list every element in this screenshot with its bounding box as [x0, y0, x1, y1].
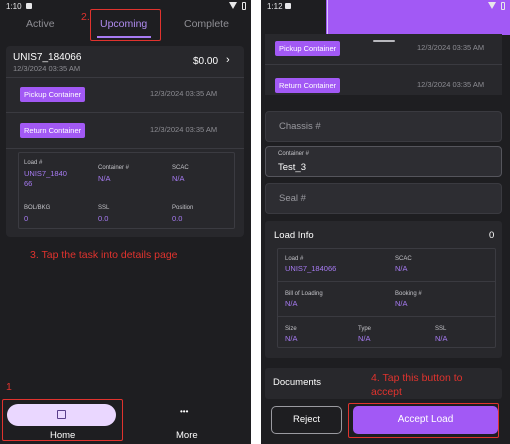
tab-active[interactable]: Active: [26, 18, 55, 30]
seal-placeholder: Seal #: [279, 193, 306, 204]
annotation-step-1: 1: [6, 381, 12, 393]
booking-label: Booking #: [395, 291, 422, 297]
pickup-container-badge: Pickup Container: [275, 41, 341, 56]
position-value: 0.0: [172, 214, 183, 223]
battery-icon: [501, 2, 505, 10]
chassis-input[interactable]: Chassis #: [265, 111, 502, 142]
bol-value: 0: [24, 214, 29, 223]
annotation-step-4-line2: accept: [371, 386, 402, 398]
wifi-icon: [488, 2, 496, 9]
pickup-container-badge: Pickup Container: [20, 87, 86, 102]
task-amount: $0.00: [193, 56, 219, 67]
divider: [6, 148, 244, 149]
left-screen: 1:10 Active Upcoming Complete UNIS7_1840…: [0, 0, 251, 444]
annotation-box-upcoming: [90, 9, 161, 41]
type-value: N/A: [358, 334, 371, 343]
container-value: N/A: [98, 174, 111, 183]
tab-complete[interactable]: Complete: [184, 18, 229, 30]
divider: [278, 316, 495, 317]
load-info-section: Load Info 0 Load # UNIS7_184066 SCAC N/A…: [265, 221, 502, 358]
divider: [6, 112, 244, 113]
container-input-label: Container #: [278, 151, 310, 157]
bol-label: BOL/BKG: [24, 205, 51, 211]
load-value-line2: 66: [24, 179, 33, 188]
seal-input[interactable]: Seal #: [265, 183, 502, 214]
annotation-box-accept: [348, 403, 499, 438]
divider: [265, 64, 502, 65]
reject-button[interactable]: Reject: [271, 406, 342, 434]
right-screen: 1:12 Pickup Container 12/3/2024 03:35 AM…: [261, 0, 510, 444]
load-value-line1: UNIS7_1840: [24, 169, 67, 178]
return-container-badge: Return Container: [275, 78, 341, 93]
divider: [278, 281, 495, 282]
status-time: 1:10: [6, 2, 22, 11]
booking-value: N/A: [395, 299, 408, 308]
task-title: UNIS7_184066: [13, 52, 82, 63]
task-date: 12/3/2024 03:35 AM: [13, 64, 81, 73]
return-container-badge: Return Container: [20, 123, 86, 138]
position-label: Position: [172, 205, 194, 211]
more-icon[interactable]: •••: [180, 407, 188, 416]
documents-title: Documents: [273, 377, 322, 388]
annotation-step-4-line1: 4. Tap this button to: [371, 372, 463, 384]
ssl-value: N/A: [435, 334, 448, 343]
load-label: Load #: [285, 256, 304, 262]
task-card[interactable]: UNIS7_184066 12/3/2024 03:35 AM $0.00 › …: [6, 46, 244, 237]
battery-icon: [242, 2, 246, 10]
return-time: 12/3/2024 03:35 AM: [150, 125, 218, 134]
load-info-title: Load Info: [274, 230, 314, 241]
return-time: 12/3/2024 03:35 AM: [417, 80, 485, 89]
annotation-box-home: [2, 399, 123, 441]
container-input-value: Test_3: [278, 162, 306, 173]
chassis-placeholder: Chassis #: [279, 121, 321, 132]
load-value: UNIS7_184066: [285, 264, 337, 273]
load-details-grid: Load # UNIS7_1840 66 Container # N/A SCA…: [18, 152, 235, 229]
size-value: N/A: [285, 334, 298, 343]
divider: [6, 77, 244, 78]
annotation-step-2: 2.: [81, 11, 90, 23]
scac-value: N/A: [172, 174, 185, 183]
size-label: Size: [285, 326, 297, 332]
more-nav-button[interactable]: More: [176, 430, 198, 441]
notification-icon: [285, 3, 291, 9]
scac-value: N/A: [395, 264, 408, 273]
ssl-value: 0.0: [98, 214, 109, 223]
pickup-time: 12/3/2024 03:35 AM: [150, 89, 218, 98]
scac-label: SCAC: [172, 165, 189, 171]
load-label: Load #: [24, 160, 43, 166]
wifi-icon: [229, 2, 237, 9]
ssl-label: SSL: [98, 205, 110, 211]
chevron-right-icon: ›: [226, 54, 230, 66]
load-info-grid: Load # UNIS7_184066 SCAC N/A Bill of Loa…: [277, 248, 496, 348]
ssl-label: SSL: [435, 326, 447, 332]
pickup-time: 12/3/2024 03:35 AM: [417, 43, 485, 52]
notification-icon: [26, 3, 32, 9]
container-input[interactable]: Container # Test_3: [265, 146, 502, 177]
status-time: 1:12: [267, 2, 283, 11]
annotation-step-3: 3. Tap the task into details page: [30, 249, 178, 261]
steps-card: Pickup Container 12/3/2024 03:35 AM Retu…: [265, 34, 502, 95]
scac-label: SCAC: [395, 256, 412, 262]
bol-value: N/A: [285, 299, 298, 308]
container-label: Container #: [98, 165, 130, 171]
status-bar: 1:12: [261, 0, 510, 13]
load-info-count: 0: [489, 230, 495, 241]
drag-handle[interactable]: [373, 40, 395, 42]
bol-label: Bill of Loading: [285, 291, 323, 297]
type-label: Type: [358, 326, 372, 332]
